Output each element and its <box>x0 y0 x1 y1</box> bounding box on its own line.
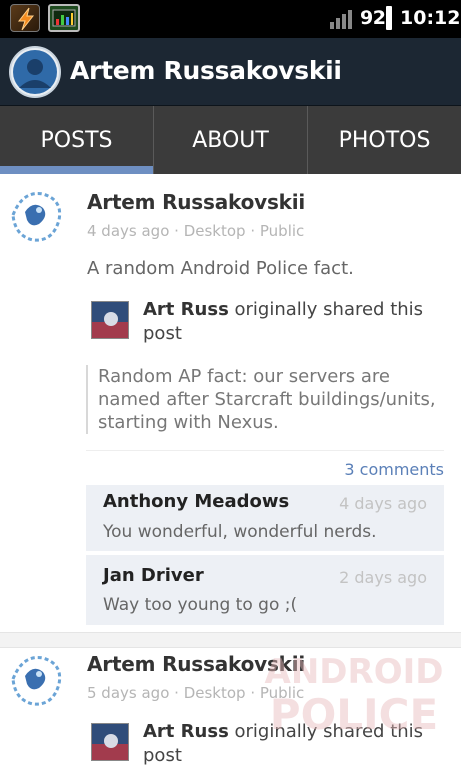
separator: · <box>169 222 184 240</box>
comment-text: Way too young to go ;( <box>103 595 298 615</box>
battery-level: 92 <box>360 7 386 29</box>
watermark-line: ANDROID <box>264 652 444 692</box>
post-author[interactable]: Artem Russakovskii <box>87 190 305 214</box>
clock: 10:12 <box>400 7 461 29</box>
watermark-logo: ANDROID POLICE <box>262 652 446 762</box>
page-title: Artem Russakovskii <box>70 56 342 85</box>
selected-tab-indicator <box>0 166 153 174</box>
separator: · <box>245 222 260 240</box>
quote-line: named after Starcraft buildings/units, <box>98 389 436 410</box>
flash-app-icon <box>10 4 40 32</box>
shared-attribution-cont: post <box>143 323 182 344</box>
post-text: A random Android Police fact. <box>87 258 354 279</box>
tab-photos[interactable]: PHOTOS <box>307 106 461 174</box>
comment-time: 4 days ago <box>339 494 427 513</box>
profile-avatar-icon[interactable] <box>9 46 61 98</box>
action-bar: Artem Russakovskii <box>0 38 461 106</box>
tab-bar: POSTS ABOUT PHOTOS <box>0 106 461 174</box>
shared-author-link[interactable]: Art Russ <box>143 299 229 320</box>
quote-line: starting with Nexus. <box>98 412 279 433</box>
divider <box>86 450 444 451</box>
comment[interactable]: Jan Driver 2 days ago Way too young to g… <box>86 555 444 625</box>
separator: · <box>245 684 260 702</box>
watermark-line: POLICE <box>269 690 439 739</box>
shared-attribution: Art Russ originally shared this <box>143 298 423 322</box>
tab-label: ABOUT <box>192 127 269 153</box>
post-meta: 4 days ago · Desktop · Public <box>87 222 304 240</box>
shared-quote: Random AP fact: our servers are named af… <box>86 365 436 434</box>
post-visibility: Public <box>259 222 305 240</box>
tab-posts[interactable]: POSTS <box>0 106 153 174</box>
comment-text: You wonderful, wonderful nerds. <box>103 522 377 542</box>
battery-icon <box>386 6 392 30</box>
signal-icon <box>330 10 352 29</box>
author-avatar[interactable] <box>3 646 69 712</box>
posts-feed[interactable]: Artem Russakovskii 4 days ago · Desktop … <box>0 174 461 768</box>
comment-author[interactable]: Jan Driver <box>103 565 204 586</box>
shared-author-avatar[interactable] <box>91 723 129 761</box>
shared-author-avatar[interactable] <box>91 301 129 339</box>
monitor-app-icon <box>48 4 80 32</box>
separator: · <box>169 684 184 702</box>
status-bar: 92 10:12 <box>0 0 461 38</box>
post-time: 5 days ago <box>87 684 170 702</box>
post-source: Desktop <box>183 222 246 240</box>
post-source: Desktop <box>183 684 246 702</box>
comment-author[interactable]: Anthony Meadows <box>103 491 289 512</box>
tab-label: PHOTOS <box>338 127 431 153</box>
comments-count-link[interactable]: 3 comments <box>344 460 444 479</box>
post-time: 4 days ago <box>87 222 170 240</box>
author-avatar[interactable] <box>3 182 69 248</box>
comment[interactable]: Anthony Meadows 4 days ago You wonderful… <box>86 485 444 551</box>
tab-label: POSTS <box>40 127 113 153</box>
comment-time: 2 days ago <box>339 568 427 587</box>
shared-author-link[interactable]: Art Russ <box>143 721 229 742</box>
shared-attribution-cont: post <box>143 745 182 766</box>
tab-about[interactable]: ABOUT <box>153 106 307 174</box>
shared-text: originally shared this <box>228 299 424 320</box>
quote-line: Random AP fact: our servers are <box>98 366 390 387</box>
post-separator <box>0 632 461 648</box>
